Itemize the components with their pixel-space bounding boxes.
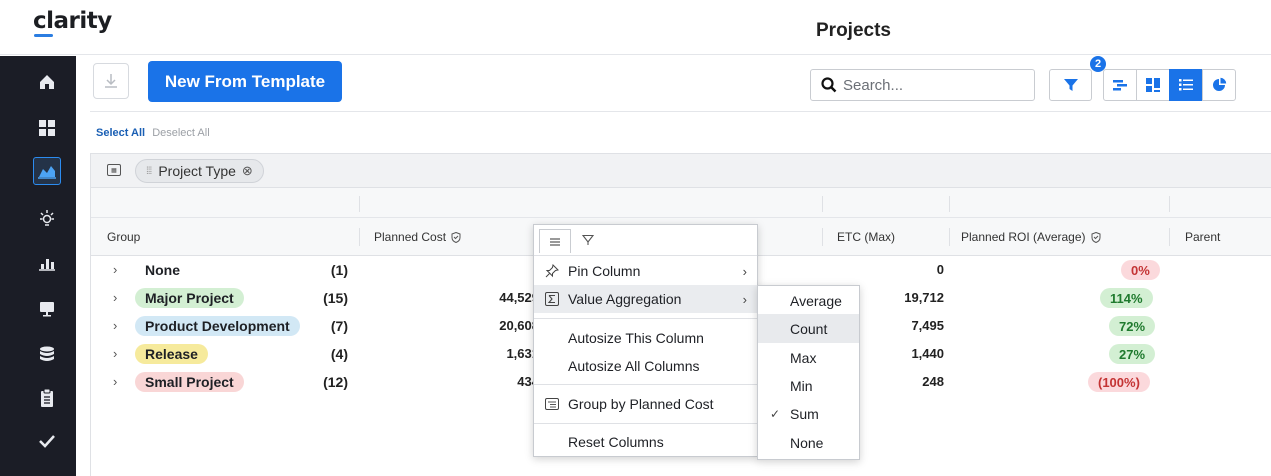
autosize-column-item[interactable]: Autosize This Column: [534, 324, 757, 352]
left-nav: [0, 56, 76, 476]
etc-cell: 0: [936, 262, 944, 277]
roi-badge: 27%: [1109, 344, 1156, 364]
expand-chevron-icon[interactable]: ›: [113, 374, 117, 389]
filter-button[interactable]: [1049, 69, 1092, 101]
group-by-panel: ▦ ⁞⁞⁞ Project Type ⊗: [91, 154, 1271, 188]
shield-icon: [1091, 231, 1101, 243]
aggregation-option-min[interactable]: Min: [758, 371, 859, 400]
logo-underline: [34, 34, 53, 37]
selection-bar: Select All Deselect All: [96, 127, 210, 139]
filter-icon: [1063, 79, 1078, 91]
expand-chevron-icon[interactable]: ›: [113, 290, 117, 305]
checkmark-icon: ✓: [770, 406, 781, 421]
group-chip-label: Project Type: [158, 163, 236, 179]
group-count: (15): [323, 290, 348, 306]
clipboard-icon[interactable]: [33, 384, 61, 412]
aggregation-option-none[interactable]: None: [758, 428, 859, 457]
group-label: Small Project: [135, 372, 244, 392]
group-label: None: [145, 262, 180, 278]
deselect-all-link[interactable]: Deselect All: [152, 127, 209, 139]
search-icon: [821, 77, 837, 93]
database-icon[interactable]: [33, 340, 61, 368]
chart-icon[interactable]: [33, 157, 61, 185]
pie-chart-icon: [1213, 77, 1227, 91]
download-icon: [105, 74, 117, 88]
pin-icon: [544, 264, 560, 278]
new-from-template-button[interactable]: New From Template: [148, 61, 342, 102]
group-count: (1): [330, 262, 348, 278]
hamburger-icon: [550, 237, 560, 246]
timeline-icon: [1113, 80, 1127, 91]
group-column-header[interactable]: Group: [107, 230, 140, 244]
group-by-item[interactable]: Group by Planned Cost: [534, 390, 757, 418]
aggregation-option-max[interactable]: Max: [758, 343, 859, 372]
roi-badge: 72%: [1109, 316, 1156, 336]
filter-outline-icon: [581, 234, 595, 245]
drag-handle-icon[interactable]: ⁞⁞⁞: [146, 166, 152, 177]
menu-tab-filter[interactable]: [581, 233, 595, 251]
value-aggregation-item[interactable]: Value Aggregation ›: [534, 285, 757, 313]
etc-column-header[interactable]: ETC (Max): [837, 230, 895, 244]
presentation-icon[interactable]: [33, 295, 61, 323]
planned-cost-cell: 1,631: [506, 346, 539, 361]
sigma-icon: [544, 292, 560, 306]
group-icon: [544, 398, 560, 410]
expand-chevron-icon[interactable]: ›: [113, 262, 117, 277]
autosize-all-item[interactable]: Autosize All Columns: [534, 352, 757, 380]
planned-roi-column-header[interactable]: Planned ROI (Average): [961, 230, 1101, 244]
group-chip[interactable]: ⁞⁞⁞ Project Type ⊗: [135, 159, 264, 183]
reset-columns-item[interactable]: Reset Columns: [534, 428, 757, 456]
aggregation-submenu: Average Count Max Min ✓ Sum None: [757, 285, 860, 460]
shield-icon: [451, 231, 461, 243]
submenu-arrow-icon: ›: [742, 263, 747, 279]
group-label: Release: [135, 344, 208, 364]
aggregation-option-count[interactable]: Count: [758, 314, 859, 343]
group-panel-icon: ▦: [107, 164, 121, 176]
select-all-link[interactable]: Select All: [96, 127, 145, 139]
parent-column-header[interactable]: Parent: [1185, 230, 1220, 244]
expand-chevron-icon[interactable]: ›: [113, 346, 117, 361]
board-icon: [1146, 78, 1160, 92]
menu-tab-general[interactable]: [539, 229, 571, 253]
group-label: Product Development: [135, 316, 300, 336]
timeline-view-button[interactable]: [1103, 69, 1137, 101]
planned-cost-column-header[interactable]: Planned Cost: [374, 230, 461, 244]
pin-column-item[interactable]: Pin Column ›: [534, 257, 757, 285]
page-title: Projects: [816, 20, 891, 41]
check-icon[interactable]: [33, 427, 61, 455]
chart-view-button[interactable]: [1202, 69, 1236, 101]
download-button[interactable]: [93, 63, 129, 99]
column-menu: Pin Column › Value Aggregation › Autosiz…: [533, 224, 758, 457]
group-label: Major Project: [135, 288, 244, 308]
toolbar: New From Template Search... 2: [90, 56, 1271, 112]
roi-badge: 0%: [1121, 260, 1160, 280]
expand-chevron-icon[interactable]: ›: [113, 318, 117, 333]
remove-chip-icon[interactable]: ⊗: [242, 163, 253, 179]
submenu-arrow-icon: ›: [742, 291, 747, 307]
header-group-row: [91, 188, 1271, 218]
search-input[interactable]: Search...: [810, 69, 1035, 101]
list-view-button[interactable]: [1169, 69, 1203, 101]
top-bar: clarity Projects: [0, 0, 1271, 55]
planned-cost-cell: 20,608: [499, 318, 539, 333]
logo[interactable]: clarity: [33, 8, 112, 34]
roi-badge: (100%): [1088, 372, 1150, 392]
board-view-button[interactable]: [1136, 69, 1170, 101]
dashboard-icon[interactable]: [33, 114, 61, 142]
group-count: (4): [330, 346, 348, 362]
ideas-icon[interactable]: [33, 205, 61, 233]
aggregation-option-sum[interactable]: ✓ Sum: [758, 399, 859, 428]
bar-chart-icon[interactable]: [33, 249, 61, 277]
planned-cost-cell: 434: [517, 374, 539, 389]
group-count: (7): [330, 318, 348, 334]
home-icon[interactable]: [33, 68, 61, 96]
column-menu-tabs: [534, 225, 757, 256]
aggregation-option-average[interactable]: Average: [758, 286, 859, 315]
list-icon: [1179, 79, 1193, 91]
group-count: (12): [323, 374, 348, 390]
planned-cost-cell: 44,529: [499, 290, 539, 305]
roi-badge: 114%: [1100, 288, 1153, 308]
search-placeholder: Search...: [843, 76, 904, 94]
